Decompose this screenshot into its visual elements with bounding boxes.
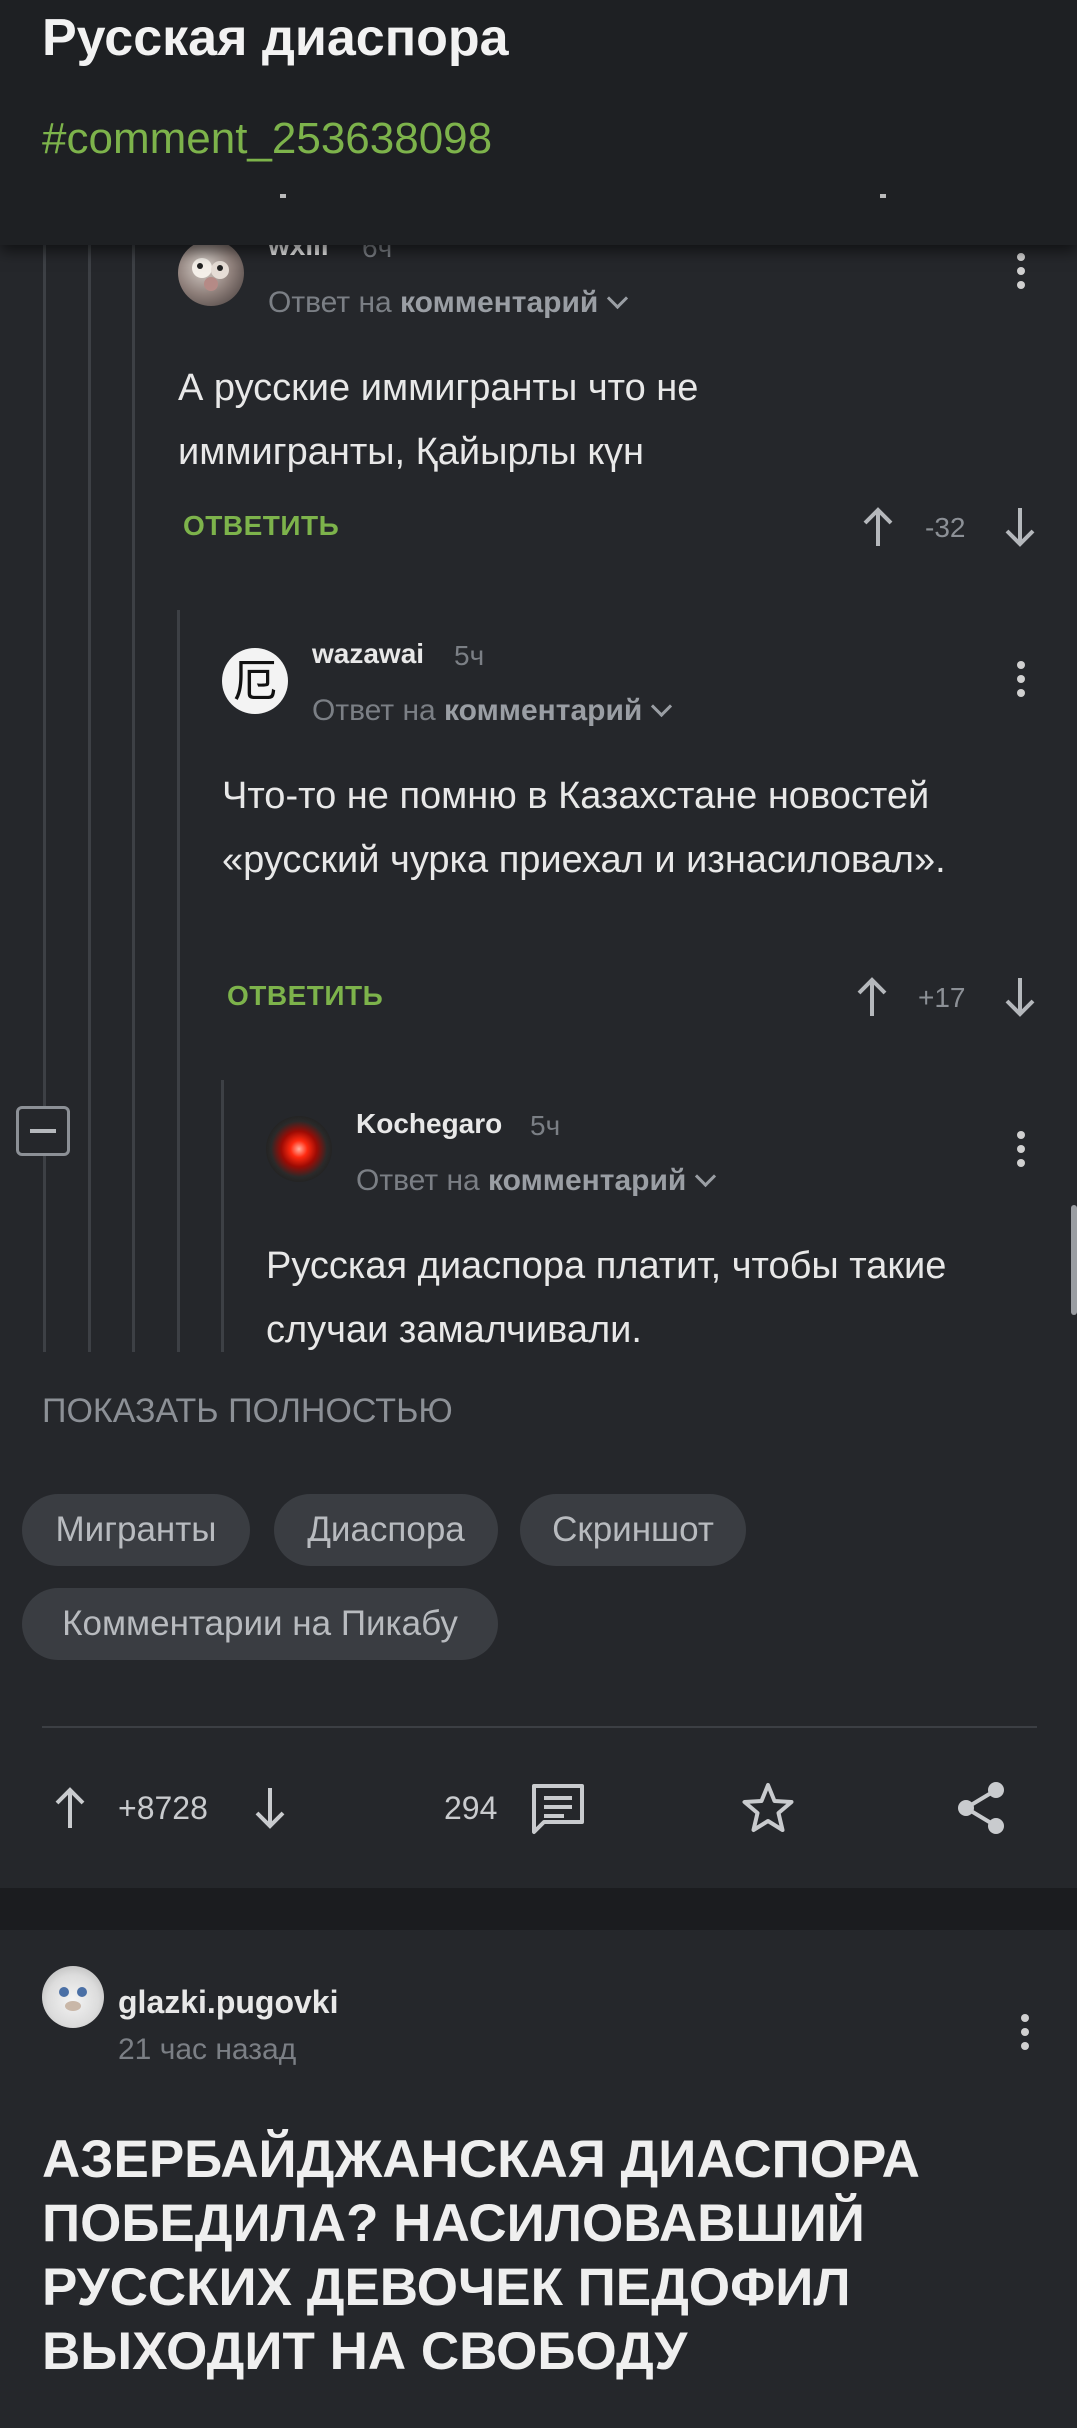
collapse-thread-button[interactable]: [16, 1106, 70, 1156]
comment-text: А русские иммигранты что не иммигранты, …: [178, 367, 699, 473]
reply-to-link[interactable]: Ответ на комментарий: [356, 1164, 717, 1198]
reply-to-prefix: Ответ на: [312, 694, 436, 727]
thread-line: [88, 240, 91, 1352]
header-cut-mark: [280, 194, 286, 198]
tag-chip[interactable]: Скриншот: [520, 1494, 746, 1566]
post-separator: [0, 1888, 1077, 1930]
downvote-icon[interactable]: [1002, 976, 1038, 1018]
reply-to-target[interactable]: комментарий: [488, 1164, 686, 1197]
downvote-icon[interactable]: [1002, 506, 1038, 548]
post-rating: +8728: [118, 1790, 208, 1826]
post-upvote-icon[interactable]: [52, 1786, 88, 1830]
post-author[interactable]: glazki.pugovki: [118, 1984, 338, 2021]
reply-to-target[interactable]: комментарий: [444, 694, 642, 727]
scroll-indicator[interactable]: [1071, 1205, 1077, 1315]
reply-to-prefix: Ответ на: [268, 286, 392, 319]
reply-button[interactable]: ОТВЕТИТЬ: [183, 510, 339, 542]
comment-hashtag[interactable]: #comment_253638098: [42, 114, 492, 164]
top-header: Русская диаспора #comment_253638098: [0, 0, 1077, 245]
comment-text: Что-то не помню в Казахстане новостей «р…: [222, 775, 946, 881]
comment-time: 5ч: [454, 640, 485, 671]
divider: [42, 1726, 1037, 1728]
comment-score: -32: [925, 512, 966, 543]
chevron-down-icon: [607, 287, 629, 310]
upvote-icon[interactable]: [854, 976, 890, 1018]
chevron-down-icon: [695, 1165, 717, 1188]
reply-to-link[interactable]: Ответ на комментарий: [268, 286, 629, 320]
post-title[interactable]: АЗЕРБАЙДЖАНСКАЯ ДИАСПОРА ПОБЕДИЛА? НАСИЛ…: [42, 2128, 1042, 2384]
post-downvote-icon[interactable]: [252, 1786, 288, 1830]
comment-score: +17: [918, 982, 966, 1013]
thread-line: [177, 610, 180, 1352]
post-more-options-icon[interactable]: [1020, 2014, 1030, 2056]
author-avatar[interactable]: [42, 1966, 104, 2028]
reply-to-target[interactable]: комментарий: [400, 286, 598, 319]
page-title: Русская диаспора: [42, 9, 509, 67]
thread-line: [132, 240, 135, 1352]
more-options-icon[interactable]: [1016, 661, 1026, 703]
avatar-glyph: 厄: [233, 656, 277, 707]
tag-chip[interactable]: Мигранты: [22, 1494, 250, 1566]
tag-chip[interactable]: Комментарии на Пикабу: [22, 1588, 498, 1660]
reply-to-prefix: Ответ на: [356, 1164, 480, 1197]
show-all-button[interactable]: ПОКАЗАТЬ ПОЛНОСТЬЮ: [42, 1392, 453, 1431]
comment-time: 5ч: [530, 1110, 561, 1141]
thread-line: [221, 1080, 224, 1352]
avatar[interactable]: [178, 240, 244, 306]
minus-icon: [30, 1129, 56, 1133]
tag-chip[interactable]: Диаспора: [274, 1494, 498, 1566]
reply-button[interactable]: ОТВЕТИТЬ: [227, 980, 383, 1012]
comment-username[interactable]: wazawai: [312, 638, 424, 670]
comments-count[interactable]: 294: [444, 1790, 497, 1827]
comment-username[interactable]: Kochegaro: [356, 1108, 502, 1140]
share-icon[interactable]: [954, 1780, 1010, 1836]
chevron-down-icon: [651, 695, 673, 718]
upvote-icon[interactable]: [860, 506, 896, 548]
avatar[interactable]: [266, 1116, 332, 1182]
more-options-icon[interactable]: [1016, 253, 1026, 295]
comments-icon[interactable]: [530, 1782, 586, 1836]
comment-text: Русская диаспора платит, чтобы такие слу…: [266, 1245, 947, 1351]
avatar[interactable]: 厄: [222, 648, 288, 714]
more-options-icon[interactable]: [1016, 1131, 1026, 1173]
reply-to-link[interactable]: Ответ на комментарий: [312, 694, 673, 728]
header-cut-mark: [880, 194, 886, 198]
post-time: 21 час назад: [118, 2033, 297, 2066]
star-icon[interactable]: [740, 1780, 796, 1836]
thread-line: [43, 240, 46, 1352]
